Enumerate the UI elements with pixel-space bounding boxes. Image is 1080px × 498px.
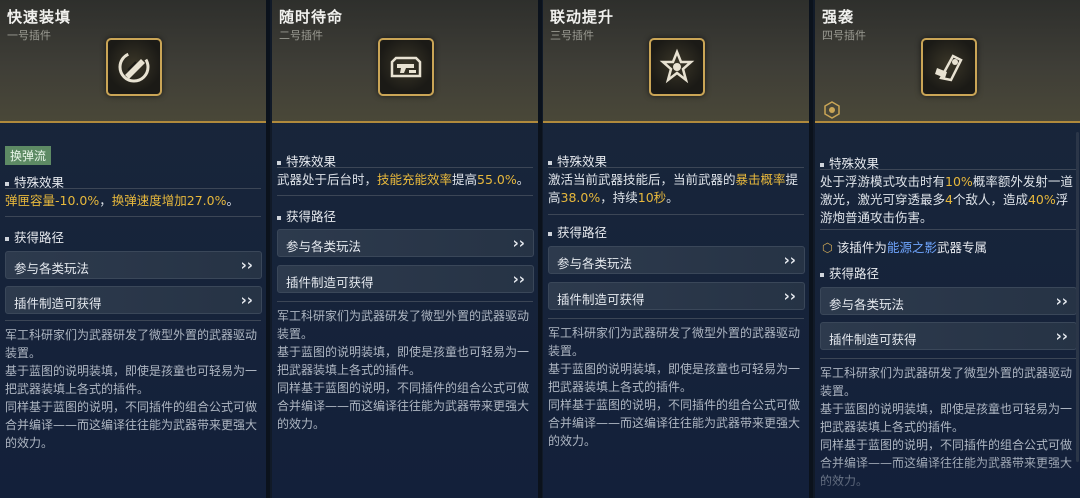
weapon-exclusive-note: ⬡ 该插件为能源之影武器专属 xyxy=(822,240,987,255)
chevron-right-icon: ›› xyxy=(512,270,525,288)
card-title: 强袭 xyxy=(822,8,855,26)
plugin-card-linked-boost: 联动提升 三号插件 特殊效果 激活当前武器技能后，当前武器的暴击概率提高38.0… xyxy=(543,0,809,498)
bullet-reload-icon xyxy=(106,38,162,96)
effect-text: 武器处于后台时，技能充能效率提高55.0%。 xyxy=(277,172,530,187)
plugin-card-assault: 强袭 四号插件 特殊效果 处于浮游模式攻击时有10%概率额外发射一道激光，激光可… xyxy=(815,0,1080,498)
card-subtitle: 四号插件 xyxy=(822,29,866,42)
assault-cannon-icon xyxy=(921,38,977,96)
card-header: 快速装填 一号插件 xyxy=(0,0,266,123)
acquire-button-crafting[interactable]: 插件制造可获得 ›› xyxy=(820,322,1077,350)
effect-text: 处于浮游模式攻击时有10%概率额外发射一道激光，激光可穿透最多4个敌人，造成40… xyxy=(820,174,1073,225)
scrollbar[interactable] xyxy=(1076,132,1079,462)
acquire-button-crafting[interactable]: 插件制造可获得 ›› xyxy=(277,265,534,293)
card-header: 随时待命 二号插件 xyxy=(272,0,538,123)
divider xyxy=(277,167,533,168)
chevron-right-icon: ›› xyxy=(783,251,796,269)
shield-icon: ⬡ xyxy=(822,240,833,255)
card-subtitle: 三号插件 xyxy=(550,29,594,42)
section-acquire-path: 获得路径 xyxy=(277,206,336,225)
plugin-card-standby: 随时待命 二号插件 特殊效果 武器处于后台时，技能充能效率提高55.0%。 获得… xyxy=(272,0,538,498)
chevron-right-icon: ›› xyxy=(1055,292,1068,310)
divider xyxy=(5,216,261,217)
chevron-right-icon: ›› xyxy=(783,287,796,305)
lore-text: 军工科研家们为武器研发了微型外置的武器驱动装置。 基于蓝图的说明装填，即使是孩童也… xyxy=(277,309,530,431)
section-acquire-path: 获得路径 xyxy=(548,222,607,241)
playstyle-tag: 换弹流 xyxy=(5,146,52,165)
card-subtitle: 二号插件 xyxy=(279,29,323,42)
divider xyxy=(5,188,261,189)
effect-text: 弹匣容量-10.0%，换弹速度增加27.0%。 xyxy=(5,193,239,208)
chevron-right-icon: ›› xyxy=(240,256,253,274)
acquire-button-activities[interactable]: 参与各类玩法 ›› xyxy=(277,229,534,257)
exclusive-badge-icon xyxy=(824,101,840,119)
plugin-card-quick-reload: 快速装填 一号插件 换弹流 特殊效果 弹匣容量-10.0%，换弹速度增加27.0… xyxy=(0,0,266,498)
section-acquire-path: 获得路径 xyxy=(820,263,879,282)
card-title: 随时待命 xyxy=(279,8,344,26)
divider xyxy=(820,229,1076,230)
divider xyxy=(820,169,1076,170)
divider xyxy=(548,318,804,319)
effect-text: 激活当前武器技能后，当前武器的暴击概率提高38.0%，持续10秒。 xyxy=(548,172,799,205)
lore-text: 军工科研家们为武器研发了微型外置的武器驱动装置。 基于蓝图的说明装填，即使是孩童也… xyxy=(5,328,258,450)
divider xyxy=(548,214,804,215)
card-header: 强袭 四号插件 xyxy=(815,0,1080,123)
lore-text: 军工科研家们为武器研发了微型外置的武器驱动装置。 基于蓝图的说明装填，即使是孩童也… xyxy=(548,326,801,448)
acquire-button-crafting[interactable]: 插件制造可获得 ›› xyxy=(5,286,262,314)
gun-standby-icon xyxy=(378,38,434,96)
acquire-button-activities[interactable]: 参与各类玩法 ›› xyxy=(548,246,805,274)
chevron-right-icon: ›› xyxy=(240,291,253,309)
card-title: 快速装填 xyxy=(7,8,72,26)
divider xyxy=(548,167,804,168)
acquire-button-activities[interactable]: 参与各类玩法 ›› xyxy=(5,251,262,279)
divider xyxy=(277,195,533,196)
section-acquire-path: 获得路径 xyxy=(5,227,64,246)
card-title: 联动提升 xyxy=(550,8,615,26)
card-subtitle: 一号插件 xyxy=(7,29,51,42)
card-header: 联动提升 三号插件 xyxy=(543,0,809,123)
divider xyxy=(277,301,533,302)
acquire-button-crafting[interactable]: 插件制造可获得 ›› xyxy=(548,282,805,310)
acquire-button-activities[interactable]: 参与各类玩法 ›› xyxy=(820,287,1077,315)
chevron-right-icon: ›› xyxy=(1055,327,1068,345)
star-link-icon xyxy=(649,38,705,96)
divider xyxy=(5,320,261,321)
divider xyxy=(820,358,1076,359)
chevron-right-icon: ›› xyxy=(512,234,525,252)
